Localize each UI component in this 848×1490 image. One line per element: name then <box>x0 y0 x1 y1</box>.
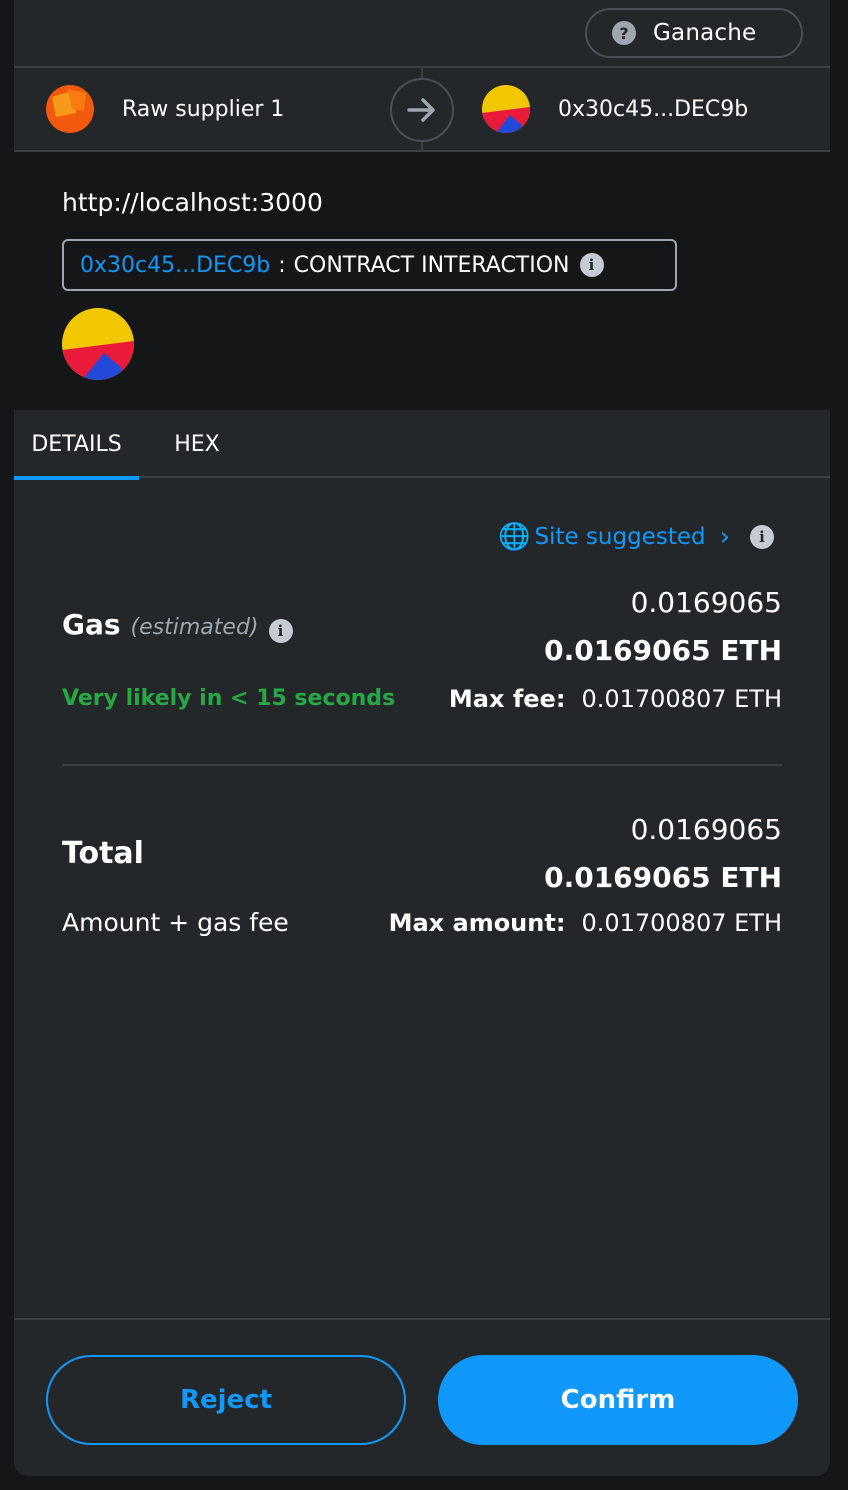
info-icon[interactable]: i <box>579 253 604 277</box>
chevron-right-icon: › <box>719 522 730 552</box>
to-account[interactable]: 0x30c45...DEC9b <box>482 85 748 133</box>
divider <box>62 764 782 766</box>
gas-value: 0.0169065 <box>630 586 782 619</box>
details-tabs: DETAILS HEX <box>14 410 830 480</box>
from-account-label: Raw supplier 1 <box>122 96 285 122</box>
arrow-right-icon <box>390 78 454 142</box>
top-bar: ? Ganache <box>14 0 830 68</box>
total-value: 0.0169065 <box>630 813 782 846</box>
total-value-eth: 0.0169065 ETH <box>544 861 782 894</box>
contract-avatar <box>62 308 134 380</box>
site-suggested-link[interactable]: 🌐 Site suggested › i <box>498 522 774 552</box>
gas-time-estimate: Very likely in < 15 seconds <box>62 686 396 711</box>
gas-label: Gas (estimated) i <box>62 608 293 643</box>
total-title: Total <box>62 836 144 871</box>
gas-max-fee-row: Max fee: 0.01700807 ETH <box>449 685 782 713</box>
from-account[interactable]: Raw supplier 1 <box>46 85 284 133</box>
globe-icon: 🌐 <box>498 522 531 552</box>
confirm-button[interactable]: Confirm <box>438 1355 798 1445</box>
confirm-transaction-panel: ? Ganache Raw supplier 1 0x30c45...DEC9b… <box>14 0 830 1476</box>
site-suggested-label: Site suggested <box>534 524 706 550</box>
gas-value-eth: 0.0169065 ETH <box>544 634 782 667</box>
tab-details[interactable]: DETAILS <box>14 410 139 480</box>
site-origin: http://localhost:3000 <box>62 188 323 217</box>
network-selector[interactable]: ? Ganache <box>585 8 803 58</box>
to-account-label: 0x30c45...DEC9b <box>558 96 749 122</box>
max-fee-label: Max fee: <box>448 685 566 713</box>
max-amount-value: 0.01700807 ETH <box>581 909 782 937</box>
question-icon: ? <box>612 21 636 45</box>
max-amount-label: Max amount: <box>388 909 566 937</box>
network-name: Ganache <box>653 20 757 46</box>
account-transfer-header: Raw supplier 1 0x30c45...DEC9b <box>14 68 830 152</box>
total-max-amount-row: Max amount: 0.01700807 ETH <box>389 909 782 937</box>
footer-actions: Reject Confirm <box>14 1318 830 1476</box>
contract-separator: : <box>278 252 286 278</box>
site-info: http://localhost:3000 0x30c45...DEC9b : … <box>14 152 830 410</box>
to-avatar <box>482 85 530 133</box>
gas-estimated: (estimated) <box>130 615 259 640</box>
info-icon[interactable]: i <box>268 619 293 643</box>
gas-title: Gas <box>62 608 121 641</box>
max-fee-value: 0.01700807 ETH <box>581 685 782 713</box>
contract-interaction-box: 0x30c45...DEC9b : CONTRACT INTERACTION i <box>62 239 677 291</box>
contract-address-link[interactable]: 0x30c45...DEC9b <box>80 253 270 278</box>
interaction-type: CONTRACT INTERACTION <box>293 252 570 278</box>
total-subtitle: Amount + gas fee <box>62 908 289 937</box>
info-icon[interactable]: i <box>750 525 774 549</box>
tab-hex[interactable]: HEX <box>164 410 230 478</box>
reject-button[interactable]: Reject <box>46 1355 406 1445</box>
from-avatar <box>46 85 94 133</box>
